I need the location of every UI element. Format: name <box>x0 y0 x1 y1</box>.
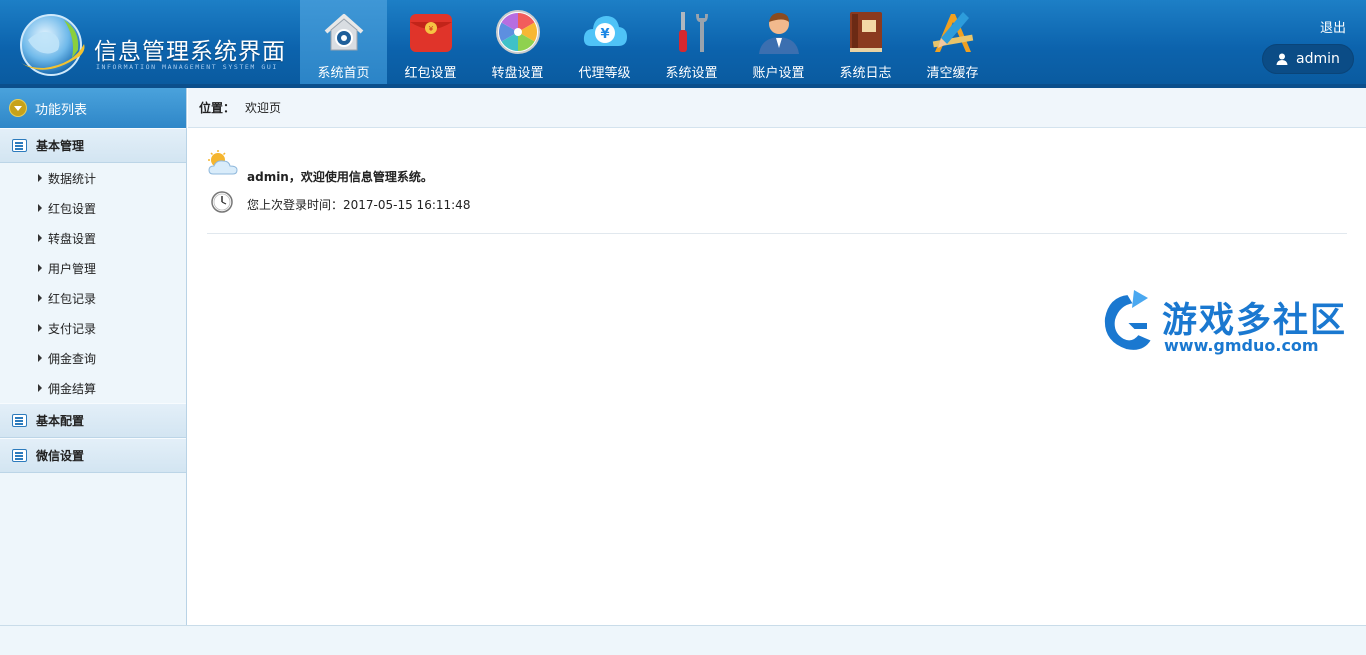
nav-wheel[interactable]: 转盘设置 <box>474 0 561 88</box>
nav-label: 账户设置 <box>752 66 805 81</box>
app-logo: 信息管理系统界面 INFORMATION MANAGEMENT SYSTEM G… <box>10 6 295 84</box>
watermark-url: www.gmduo.com <box>1164 336 1319 355</box>
caret-right-icon <box>38 264 42 272</box>
main-content: 位置： 欢迎页 admin，欢迎使用信息管理系统。 您上次登录时间：2017-0… <box>188 88 1366 625</box>
caret-right-icon <box>38 204 42 212</box>
nav-clear-cache[interactable]: 清空缓存 <box>909 0 996 88</box>
globe-logo-icon <box>20 14 85 76</box>
design-tools-icon <box>932 12 974 52</box>
username-label: admin <box>1296 51 1340 67</box>
sidebar-item-wheel[interactable]: 转盘设置 <box>0 223 186 253</box>
welcome-text: ，欢迎使用信息管理系统。 <box>288 170 433 184</box>
red-envelope-icon: ¥ <box>410 14 452 52</box>
sidebar-item-label: 佣金查询 <box>48 351 97 366</box>
app-subtitle: INFORMATION MANAGEMENT SYSTEM GUI <box>96 63 278 71</box>
nav-label: 系统首页 <box>317 66 370 81</box>
list-icon <box>12 414 27 427</box>
home-icon <box>324 14 364 51</box>
group-label: 微信设置 <box>36 449 85 463</box>
caret-right-icon <box>38 324 42 332</box>
caret-right-icon <box>38 234 42 242</box>
sidebar-group-wechat-settings[interactable]: 微信设置 <box>0 438 186 473</box>
nav-account-settings[interactable]: 账户设置 <box>735 0 822 88</box>
sidebar-item-label: 红包设置 <box>48 201 97 216</box>
clock-icon <box>211 191 233 213</box>
sidebar-submenu: 数据统计 红包设置 转盘设置 用户管理 红包记录 支付记录 佣金查询 佣金结算 <box>0 163 186 403</box>
main-nav: 系统首页 ¥ 红包设置 转盘设置 ¥ 代理等级 系统设置 账户设置 系统日志 清… <box>300 0 996 88</box>
caret-right-icon <box>38 294 42 302</box>
wheel-icon <box>496 10 540 54</box>
sidebar-item-label: 数据统计 <box>48 171 97 186</box>
breadcrumb-label: 位置： <box>199 101 236 115</box>
user-silhouette-icon <box>1276 53 1288 65</box>
nav-system-log[interactable]: 系统日志 <box>822 0 909 88</box>
sidebar-group-basic-management[interactable]: 基本管理 <box>0 128 186 163</box>
caret-right-icon <box>38 384 42 392</box>
sidebar-item-label: 支付记录 <box>48 321 97 336</box>
watermark-logo-icon <box>1102 290 1154 352</box>
svg-text:¥: ¥ <box>600 27 609 42</box>
sidebar-item-label: 佣金结算 <box>48 381 97 396</box>
welcome-username: admin <box>247 170 289 184</box>
nav-label: 清空缓存 <box>926 66 979 81</box>
sidebar-item-payment-records[interactable]: 支付记录 <box>0 313 186 343</box>
sidebar-item-red-envelope[interactable]: 红包设置 <box>0 193 186 223</box>
nav-home[interactable]: 系统首页 <box>300 0 387 88</box>
nav-label: 转盘设置 <box>491 66 544 81</box>
watermark: 游戏多社区 www.gmduo.com <box>1098 288 1366 363</box>
last-login-time: 您上次登录时间：2017-05-15 16:11:48 <box>247 198 471 212</box>
footer-bar <box>0 625 1366 655</box>
book-icon <box>850 12 882 52</box>
sidebar-item-users[interactable]: 用户管理 <box>0 253 186 283</box>
sidebar-item-label: 转盘设置 <box>48 231 97 246</box>
sidebar-item-label: 用户管理 <box>48 261 97 276</box>
last-login-row: 您上次登录时间：2017-05-15 16:11:48 <box>207 190 807 214</box>
top-header: 信息管理系统界面 INFORMATION MANAGEMENT SYSTEM G… <box>0 0 1366 88</box>
group-label: 基本管理 <box>36 139 85 153</box>
caret-right-icon <box>38 354 42 362</box>
chevron-down-icon <box>9 99 27 117</box>
list-icon <box>12 449 27 462</box>
sidebar: 功能列表 基本管理 数据统计 红包设置 转盘设置 用户管理 红包记录 支付记录 … <box>0 88 187 625</box>
sidebar-title: 功能列表 <box>35 102 88 118</box>
yen-cloud-icon: ¥ <box>583 16 627 46</box>
user-icon <box>759 12 799 54</box>
nav-label: 代理等级 <box>578 66 631 81</box>
weather-sun-cloud-icon <box>208 150 238 175</box>
sidebar-item-commission-query[interactable]: 佣金查询 <box>0 343 186 373</box>
sidebar-item-commission-settlement[interactable]: 佣金结算 <box>0 373 186 403</box>
breadcrumb-current[interactable]: 欢迎页 <box>245 99 281 116</box>
welcome-row: admin，欢迎使用信息管理系统。 <box>207 148 807 184</box>
app-title: 信息管理系统界面 <box>94 39 286 65</box>
nav-label: 系统日志 <box>839 66 892 81</box>
svg-text:¥: ¥ <box>429 25 434 33</box>
sidebar-item-label: 红包记录 <box>48 291 97 306</box>
tools-icon <box>679 12 708 52</box>
nav-system-settings[interactable]: 系统设置 <box>648 0 735 88</box>
sidebar-item-envelope-records[interactable]: 红包记录 <box>0 283 186 313</box>
nav-red-envelope[interactable]: ¥ 红包设置 <box>387 0 474 88</box>
caret-right-icon <box>38 174 42 182</box>
logout-link[interactable]: 退出 <box>1320 17 1346 36</box>
welcome-message: admin，欢迎使用信息管理系统。 <box>247 168 433 185</box>
divider <box>207 233 1347 234</box>
nav-agent-level[interactable]: ¥ 代理等级 <box>561 0 648 88</box>
sidebar-group-basic-config[interactable]: 基本配置 <box>0 403 186 438</box>
sidebar-item-data-stats[interactable]: 数据统计 <box>0 163 186 193</box>
list-icon <box>12 139 27 152</box>
nav-label: 系统设置 <box>665 66 718 81</box>
user-badge[interactable]: admin <box>1262 44 1354 74</box>
breadcrumb: 位置： 欢迎页 <box>188 88 1366 128</box>
group-label: 基本配置 <box>36 414 85 428</box>
nav-label: 红包设置 <box>404 66 457 81</box>
sidebar-header[interactable]: 功能列表 <box>0 88 186 128</box>
